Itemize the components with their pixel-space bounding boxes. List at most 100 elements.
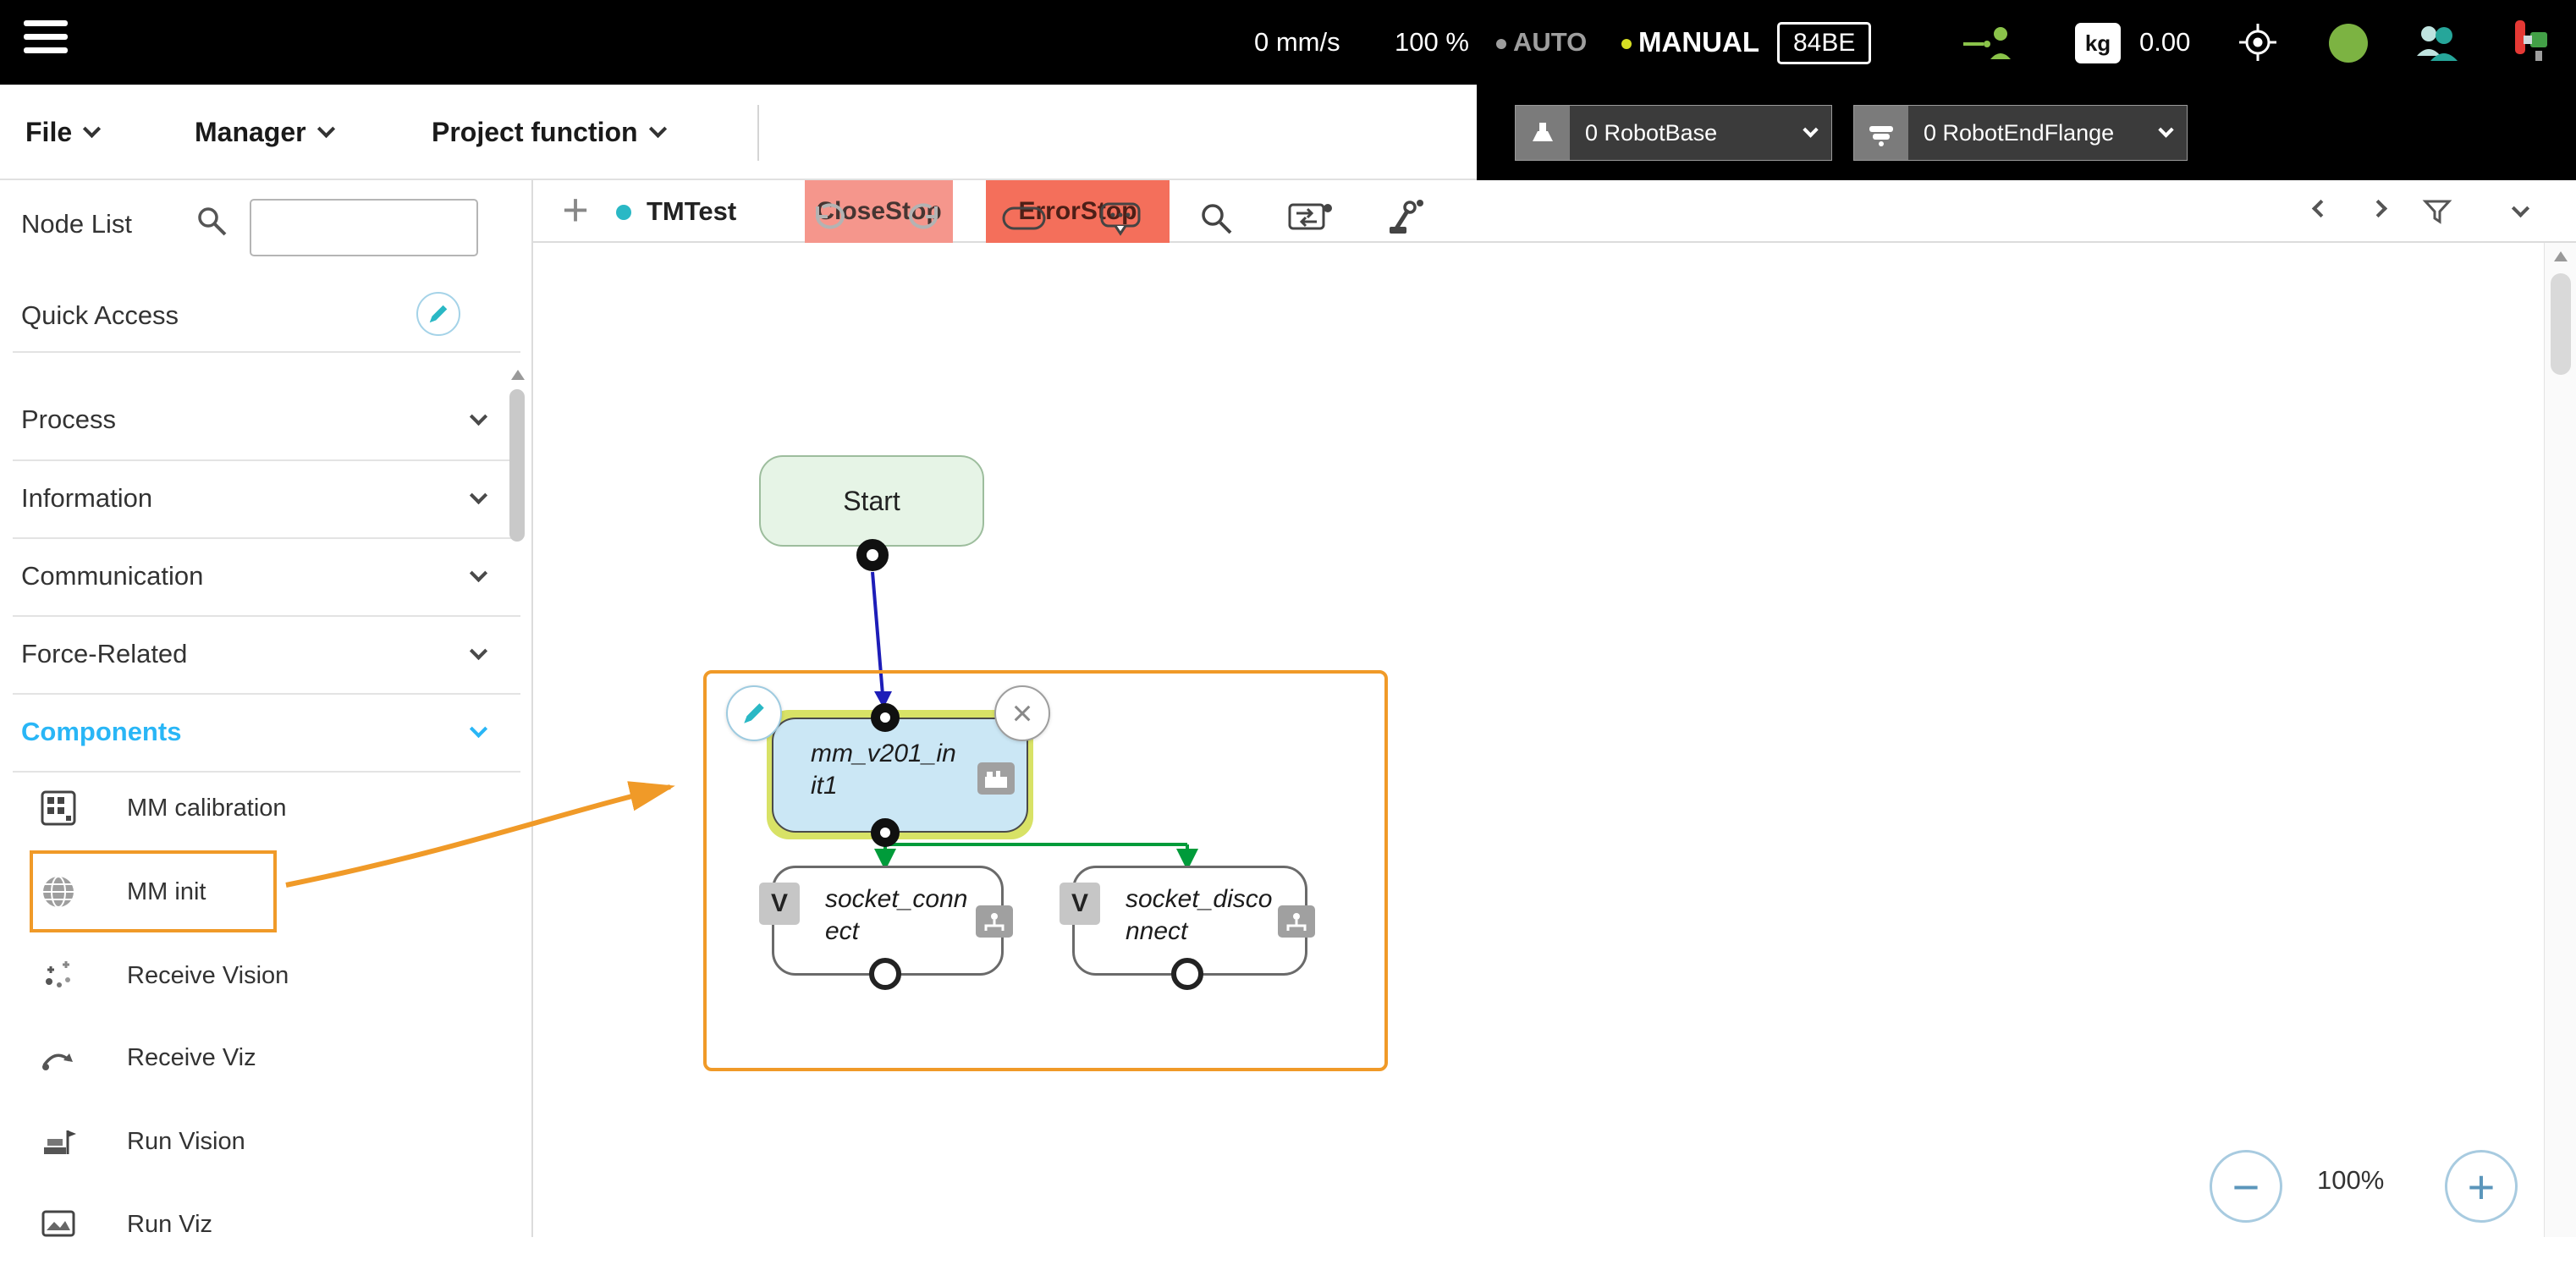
payload-kg-icon: kg [2075,23,2121,63]
robot-base-select[interactable]: 0 RobotBase [1515,105,1832,161]
sidebar-item-mm-init[interactable]: MM init [0,852,531,932]
canvas-scrollbar-thumb[interactable] [2551,273,2571,375]
divider [13,351,520,353]
socket-disconnect-output-port[interactable] [1171,958,1203,990]
socket-connect-output-port[interactable] [869,958,901,990]
zoom-out-button[interactable]: − [2210,1150,2282,1223]
scroll-up-arrow[interactable] [2554,251,2568,261]
flow-node-mm-init[interactable]: mm_v201_init1 [772,718,1028,833]
receive-vision-icon [39,956,80,997]
menu-project-function[interactable]: Project function [432,85,664,180]
tab-tmtest[interactable]: TMTest [647,180,736,243]
robot-flange-icon [1854,106,1908,160]
chevron-down-icon [470,719,487,737]
payload-value: 0.00 [2139,0,2190,85]
chevron-down-icon [648,120,666,138]
active-tab-indicator-dot [616,205,631,220]
community-icon[interactable] [2412,22,2461,67]
redo-icon[interactable] [897,193,951,244]
chevron-down-icon [83,120,101,138]
chevron-down-icon [470,564,487,581]
pencil-icon [740,700,768,727]
project-speed-percent: 100 % [1395,0,1469,85]
menu-bar: File Manager Project function 0 RobotBas… [0,85,2576,180]
sidebar-item-receive-vision[interactable]: Receive Vision [0,936,531,1016]
sidebar-item-receive-viz[interactable]: Receive Viz [0,1018,531,1098]
chevron-down-icon [470,641,487,659]
sidebar-section-information[interactable]: Information [0,459,531,537]
robot-base-icon [1516,106,1570,160]
sidebar-section-components[interactable]: Components [0,693,531,771]
sidebar-item-run-viz[interactable]: Run Viz [0,1185,531,1265]
globe-icon [39,872,80,913]
variable-badge: V [759,883,800,925]
end-effector-icon[interactable] [2510,17,2554,69]
grid-icon [39,789,80,829]
node-search-input[interactable] [250,199,478,256]
sidebar-section-process[interactable]: Process [0,381,531,459]
chevron-down-icon [1803,122,1818,137]
sidebar-title: Node List [21,209,132,239]
manual-mode-dot [1621,39,1632,49]
chevron-down-icon [470,486,487,503]
component-badge-icon [976,905,1013,938]
robot-status-light [2329,24,2368,63]
robot-end-flange-select[interactable]: 0 RobotEndFlange [1853,105,2188,161]
zoom-in-button[interactable]: + [2445,1150,2518,1223]
tab-scroll-right-icon[interactable] [2354,180,2402,243]
undo-icon[interactable] [802,193,856,244]
sidebar-section-communication[interactable]: Communication [0,537,531,615]
pencil-icon [427,302,450,326]
mode-manual-label: MANUAL [1621,0,1759,85]
node-shape-icon[interactable] [997,193,1051,244]
robot-arm-icon[interactable] [1378,193,1432,244]
menu-manager[interactable]: Manager [195,85,333,180]
quick-access-edit-button[interactable] [416,292,460,336]
top-status-bar: 0 mm/s 100 % AUTO MANUAL 84BE kg 0.00 [0,0,2576,85]
chevron-down-icon [470,407,487,425]
flow-node-start[interactable]: Start [759,455,984,547]
add-tab-button[interactable]: + [552,180,599,243]
quick-access-label: Quick Access [21,300,179,331]
component-badge-icon [977,762,1015,795]
robot-id-badge: 84BE [1777,22,1871,64]
start-node-label: Start [843,486,900,517]
socket-disconnect-node-label: socket_disconnect [1126,883,1274,947]
run-viz-icon [39,1205,80,1246]
auto-mode-dot [1496,39,1506,49]
tab-scroll-left-icon[interactable] [2297,180,2344,243]
canvas-scrollbar [2544,243,2576,1237]
search-icon [193,202,230,244]
mode-auto-label: AUTO [1496,0,1587,85]
search-icon[interactable] [1189,193,1243,244]
socket-connect-node-label: socket_connect [825,883,971,947]
node-list-sidebar: Node List Quick Access Process Informati… [0,180,533,1237]
menu-file[interactable]: File [25,85,98,180]
variable-badge: V [1060,883,1100,925]
calibration-target-icon[interactable] [2234,19,2282,70]
chevron-down-icon [2158,122,2173,137]
sidebar-scrollbar-thumb[interactable] [509,389,525,542]
operator-connection-icon [1962,24,2016,65]
menubar-divider [757,105,759,161]
transfer-icon[interactable] [1283,193,1337,244]
receive-viz-icon [39,1038,80,1079]
start-node-output-port[interactable] [856,539,889,571]
sidebar-item-run-vision[interactable]: Run Vision [0,1102,531,1182]
sidebar-scroll-up-arrow[interactable] [511,370,525,380]
mm-init-output-port[interactable] [871,818,900,847]
hamburger-menu-icon[interactable] [24,20,71,63]
component-badge-icon [1278,905,1315,938]
mm-init-input-port[interactable] [871,703,900,732]
node-edit-button[interactable] [726,685,782,741]
flow-canvas[interactable]: Start mm_v201_init1 × V socket_connect V… [533,243,2576,1237]
node-delete-button[interactable]: × [994,685,1050,741]
filter-icon[interactable] [2414,180,2461,243]
collapse-panel-icon[interactable] [2496,180,2544,243]
sidebar-section-force-related[interactable]: Force-Related [0,615,531,693]
sidebar-item-mm-calibration[interactable]: MM calibration [0,768,531,849]
run-vision-icon [39,1122,80,1163]
menubar-dark-panel: 0 RobotBase 0 RobotEndFlange [1477,85,2576,180]
comment-icon[interactable] [1093,193,1148,244]
speed-value: 0 mm/s [1254,0,1340,85]
